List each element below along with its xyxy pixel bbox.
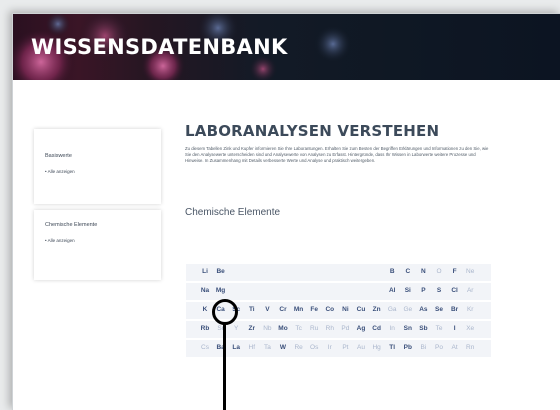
element-cell: Tc: [295, 325, 302, 332]
element-cell[interactable]: Cr: [276, 304, 290, 318]
element-cell[interactable]: Be: [214, 266, 228, 280]
element-cell: Xe: [466, 325, 475, 332]
element-cell: Pd: [341, 325, 350, 332]
element-cell[interactable]: V: [260, 304, 274, 318]
element-cell: Y: [234, 325, 239, 332]
element-cell: Te: [435, 325, 443, 332]
element-cell[interactable]: As: [416, 304, 430, 318]
element-cell[interactable]: W: [276, 342, 290, 356]
header-banner: WISSENSDATENBANK: [13, 14, 560, 80]
element-cell[interactable]: P: [416, 285, 430, 299]
element-cell: Po: [435, 344, 443, 351]
element-cell: Os: [310, 344, 319, 351]
cursor-highlight-ring: [212, 299, 238, 325]
element-cell[interactable]: Ag: [354, 323, 368, 337]
show-all-label[interactable]: Alle anzeigen: [48, 169, 75, 174]
element-cell[interactable]: Fe: [307, 304, 321, 318]
element-cell[interactable]: Pb: [401, 342, 415, 356]
element-cell[interactable]: Si: [401, 285, 415, 299]
sidebar-box-basiswerte: Basiswerte • Alle anzeigen: [34, 129, 161, 204]
element-cell[interactable]: Br: [448, 304, 462, 318]
element-cell[interactable]: I: [448, 323, 462, 337]
element-cell: Kr: [466, 306, 474, 313]
element-cell[interactable]: Se: [432, 304, 446, 318]
pointer-stick: [223, 324, 226, 410]
element-cell[interactable]: Cl: [448, 285, 462, 299]
element-cell: Ga: [387, 306, 397, 313]
sidebar-heading: Basiswerte: [45, 153, 72, 159]
element-cell: In: [389, 325, 395, 332]
show-all-link[interactable]: • Alle anzeigen: [45, 169, 75, 174]
element-cell[interactable]: Co: [323, 304, 337, 318]
element-cell: Bi: [420, 344, 427, 351]
element-cell[interactable]: Cu: [354, 304, 368, 318]
show-all-label[interactable]: Alle anzeigen: [48, 238, 75, 243]
element-cell: Cs: [201, 344, 209, 351]
element-cell[interactable]: Ti: [245, 304, 259, 318]
element-cell[interactable]: Mo: [276, 323, 290, 337]
element-cell: Au: [357, 344, 365, 351]
element-cell[interactable]: Sb: [416, 323, 430, 337]
element-cell[interactable]: Mn: [292, 304, 306, 318]
intro-paragraph: Zu diesem Tabellen Zink und Kupfer infor…: [185, 146, 489, 164]
element-cell[interactable]: Mg: [214, 285, 228, 299]
show-all-link[interactable]: • Alle anzeigen: [45, 238, 75, 243]
element-cell[interactable]: Al: [385, 285, 399, 299]
element-cell[interactable]: Li: [198, 266, 212, 280]
element-cell: Ru: [310, 325, 319, 332]
element-cell[interactable]: Tl: [385, 342, 399, 356]
element-cell[interactable]: K: [198, 304, 212, 318]
element-cell[interactable]: B: [385, 266, 399, 280]
element-cell[interactable]: Zr: [245, 323, 259, 337]
element-cell: Ne: [466, 268, 475, 275]
element-cell: Pt: [342, 344, 349, 351]
element-cell: Hg: [372, 344, 381, 351]
element-cell[interactable]: Ni: [338, 304, 352, 318]
element-cell[interactable]: Sn: [401, 323, 415, 337]
element-cell[interactable]: S: [432, 285, 446, 299]
sidebar-heading: Chemische Elemente: [45, 222, 98, 228]
element-cell[interactable]: Zn: [370, 304, 384, 318]
element-cell: Hf: [248, 344, 256, 351]
element-cell: Re: [294, 344, 303, 351]
element-cell: Ar: [466, 287, 474, 294]
element-cell[interactable]: C: [401, 266, 415, 280]
element-cell: O: [436, 268, 442, 275]
section-title: Chemische Elemente: [185, 207, 281, 218]
element-cell: Ir: [327, 344, 332, 351]
element-cell[interactable]: F: [448, 266, 462, 280]
browser-page: WISSENSDATENBANK Basiswerte • Alle anzei…: [12, 13, 560, 410]
element-cell: Ge: [403, 306, 413, 313]
element-cell: Nb: [263, 325, 272, 332]
element-cell[interactable]: Rb: [198, 323, 212, 337]
element-cell[interactable]: Na: [198, 285, 212, 299]
element-cell: Ta: [263, 344, 271, 351]
element-cell[interactable]: Cd: [370, 323, 384, 337]
element-cell: At: [451, 344, 458, 351]
page-title: LABORANALYSEN VERSTEHEN: [185, 122, 440, 140]
element-cell[interactable]: N: [416, 266, 430, 280]
sidebar-box-chemische-elemente: Chemische Elemente • Alle anzeigen: [34, 210, 161, 280]
element-cell: Rh: [325, 325, 334, 332]
site-title[interactable]: WISSENSDATENBANK: [31, 35, 288, 59]
element-cell[interactable]: La: [229, 342, 243, 356]
element-cell: Rn: [466, 344, 475, 351]
